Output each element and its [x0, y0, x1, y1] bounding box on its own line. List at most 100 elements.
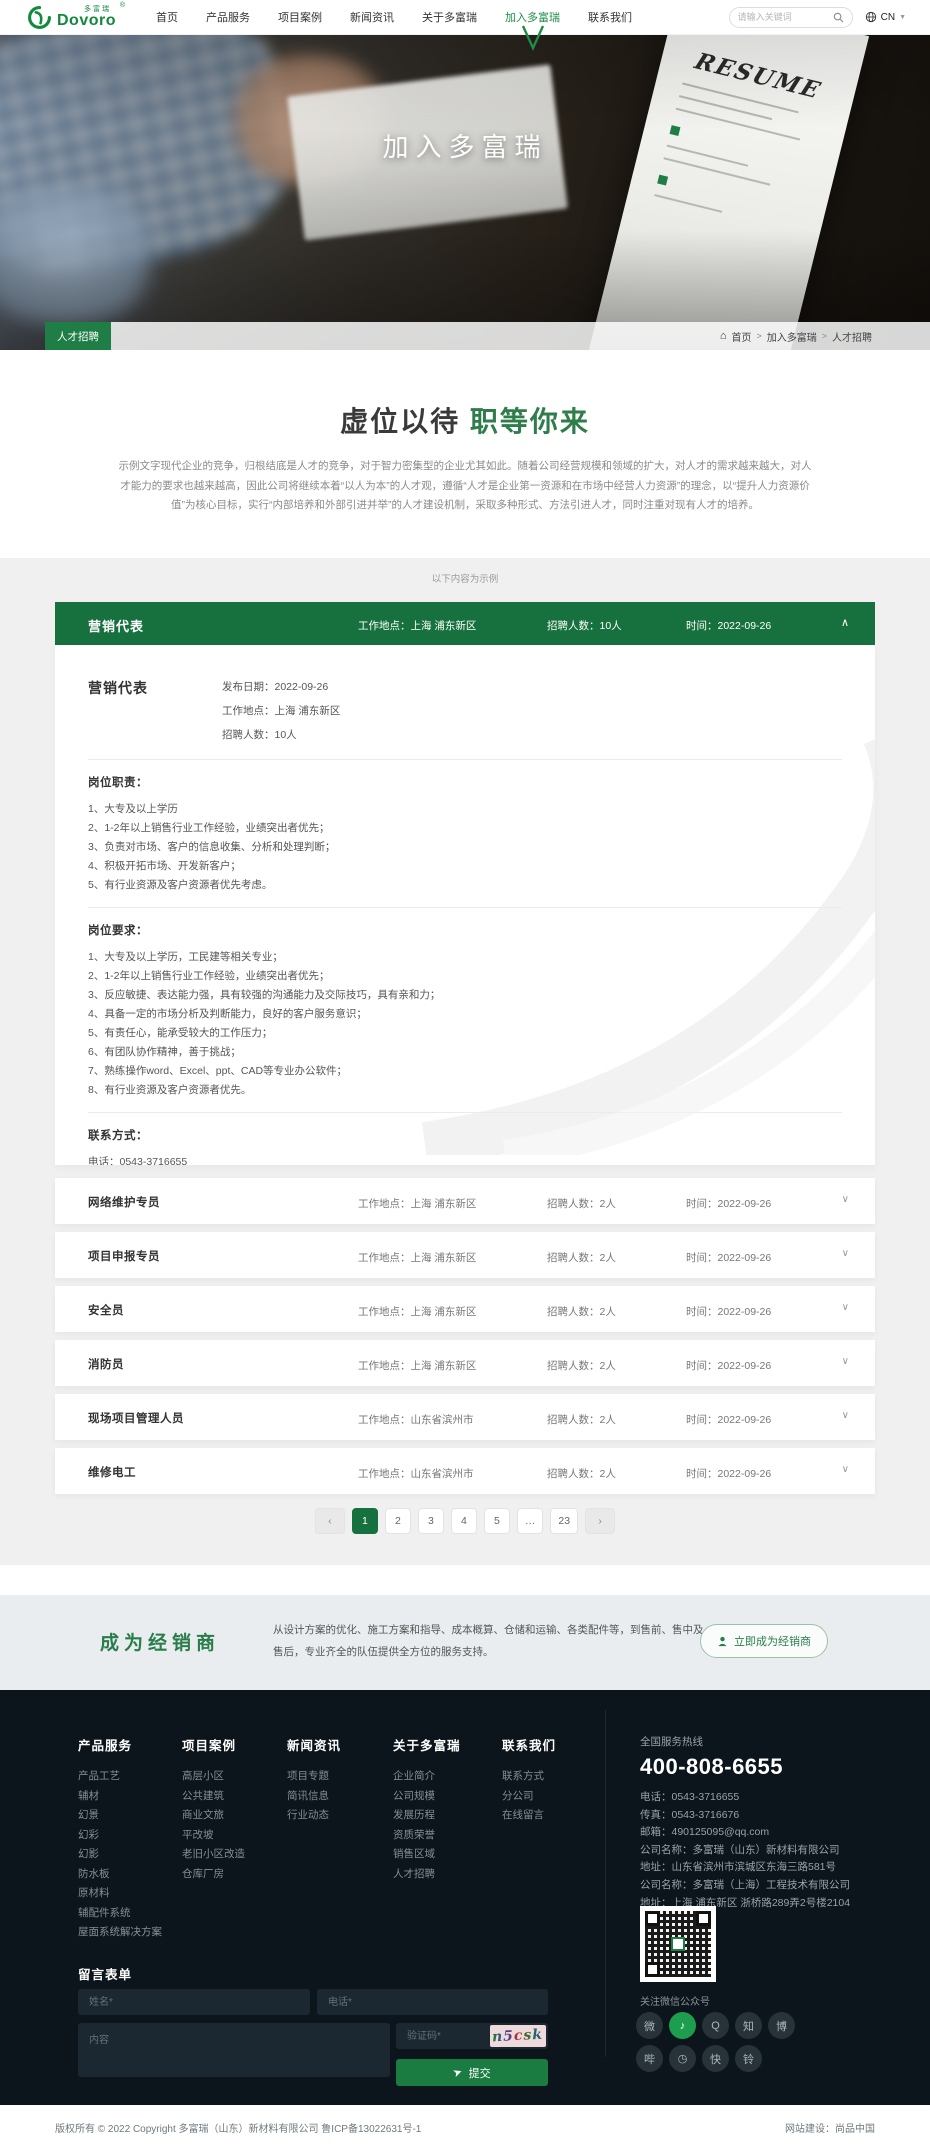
footer-link[interactable]: 平改坡: [182, 1830, 245, 1841]
qq-icon[interactable]: Q: [702, 2012, 729, 2039]
chevron-down-icon[interactable]: ∨: [842, 1464, 849, 1475]
page-ellipsis[interactable]: …: [517, 1508, 544, 1534]
social-icons: 微♪Q知博哔◷快铃: [636, 2012, 798, 2072]
nav-item-products[interactable]: 产品服务: [206, 9, 250, 25]
nav-item-about[interactable]: 关于多富瑞: [422, 9, 477, 25]
footer-link[interactable]: 老旧小区改造: [182, 1849, 245, 1860]
location-value: 上海 浦东新区: [275, 705, 341, 717]
clock-icon[interactable]: ◷: [669, 2045, 696, 2072]
footer-link[interactable]: 在线留言: [502, 1810, 556, 1821]
footer-link[interactable]: 幻影: [78, 1849, 162, 1860]
hero-shade: [0, 35, 930, 350]
search-input[interactable]: [738, 12, 833, 22]
time-value: 2022-09-26: [718, 1198, 772, 1210]
jobs-section: 以下内容为示例 营销代表 工作地点：上海 浦东新区 招聘人数：10人 时间：20…: [0, 558, 930, 1565]
become-dealer-button[interactable]: 立即成为经销商: [700, 1624, 828, 1658]
prev-page-button[interactable]: ‹: [315, 1508, 345, 1534]
footer-link[interactable]: 资质荣誉: [393, 1830, 461, 1841]
footer-link[interactable]: 行业动态: [287, 1810, 341, 1821]
home-icon[interactable]: ⌂: [720, 330, 727, 342]
douyin-icon[interactable]: ♪: [669, 2012, 696, 2039]
chevron-down-icon[interactable]: ∨: [842, 1302, 849, 1313]
footer-divider: [605, 1710, 606, 2057]
footer-link[interactable]: 公共建筑: [182, 1791, 245, 1802]
time-value: 2022-09-26: [718, 1252, 772, 1264]
footer-col-title: 项目案例: [182, 1735, 245, 1754]
wechat-icon[interactable]: 微: [636, 2012, 663, 2039]
chevron-down-icon[interactable]: ∨: [842, 1410, 849, 1421]
name-input[interactable]: [78, 1989, 310, 2015]
qr-finder: [645, 1911, 660, 1926]
job-row-network[interactable]: 网络维护专员 工作地点：上海 浦东新区 招聘人数：2人 时间：2022-09-2…: [55, 1178, 875, 1224]
site-builder-link[interactable]: 网站建设：尚品中国: [785, 2120, 875, 2135]
footer-link[interactable]: 发展历程: [393, 1810, 461, 1821]
job-row-fire[interactable]: 消防员 工作地点：上海 浦东新区 招聘人数：2人 时间：2022-09-26 ∨: [55, 1340, 875, 1386]
page-23[interactable]: 23: [550, 1508, 578, 1534]
hero-banner: RESUME 加入多富瑞 人才招聘 ⌂ 首页> 加入多富瑞> 人才招聘>: [0, 35, 930, 350]
footer-link[interactable]: 原材料: [78, 1888, 162, 1899]
chevron-up-icon[interactable]: ∧: [841, 616, 849, 629]
footer-col-products: 产品服务 产品工艺辅材幻景幻彩幻影防水板原材料辅配件系统屋面系统解决方案: [78, 1735, 162, 1947]
dealer-text: 从设计方案的优化、施工方案和指导、成本概算、仓储和运输、各类配件等，到售前、售中…: [273, 1619, 713, 1663]
footer-link[interactable]: 幻彩: [78, 1830, 162, 1841]
count-value: 2人: [600, 1306, 616, 1318]
logo[interactable]: 多富瑞 Dovoro ®: [27, 5, 116, 30]
footer-link[interactable]: 商业文旅: [182, 1810, 245, 1821]
footer-link[interactable]: 幻景: [78, 1810, 162, 1821]
location-label: 工作地点：: [358, 1360, 411, 1372]
footer-link[interactable]: 联系方式: [502, 1771, 556, 1782]
page-2[interactable]: 2: [385, 1508, 411, 1534]
footer-link[interactable]: 屋面系统解决方案: [78, 1927, 162, 1938]
page-5[interactable]: 5: [484, 1508, 510, 1534]
language-switch[interactable]: CN ▼: [865, 11, 906, 23]
submit-label: 提交: [469, 2065, 491, 2081]
kuaishou-icon[interactable]: 快: [702, 2045, 729, 2072]
footer-link[interactable]: 防水板: [78, 1869, 162, 1880]
page-1[interactable]: 1: [352, 1508, 378, 1534]
footer-link[interactable]: 公司规模: [393, 1791, 461, 1802]
footer-link[interactable]: 高层小区: [182, 1771, 245, 1782]
qr-pattern: [645, 1911, 711, 1977]
chevron-down-icon[interactable]: ∨: [842, 1194, 849, 1205]
footer-link[interactable]: 辅材: [78, 1791, 162, 1802]
footer-link[interactable]: 产品工艺: [78, 1771, 162, 1782]
chevron-down-icon[interactable]: ∨: [842, 1248, 849, 1259]
weibo-icon[interactable]: 博: [768, 2012, 795, 2039]
search-icon[interactable]: [833, 12, 844, 23]
footer-link[interactable]: 企业简介: [393, 1771, 461, 1782]
section-badge: 人才招聘: [45, 322, 111, 350]
bell-icon[interactable]: 铃: [735, 2045, 762, 2072]
chevron-down-icon[interactable]: ∨: [842, 1356, 849, 1367]
nav-item-join[interactable]: 加入多富瑞: [505, 9, 560, 25]
message-input[interactable]: [78, 2023, 390, 2077]
footer-link[interactable]: 仓库厂房: [182, 1869, 245, 1880]
count-value: 10人: [275, 729, 297, 741]
phone-input[interactable]: [317, 1989, 548, 2015]
submit-button[interactable]: ➤提交: [396, 2059, 548, 2086]
nav-item-home[interactable]: 首页: [156, 9, 178, 25]
nav-item-contact[interactable]: 联系我们: [588, 9, 632, 25]
footer-link[interactable]: 人才招聘: [393, 1869, 461, 1880]
featured-job-header[interactable]: 营销代表 工作地点：上海 浦东新区 招聘人数：10人 时间：2022-09-26…: [55, 602, 875, 645]
next-page-button[interactable]: ›: [585, 1508, 615, 1534]
person-icon: [717, 1636, 728, 1647]
footer-link[interactable]: 简讯信息: [287, 1791, 341, 1802]
captcha-image[interactable]: n5csk: [490, 2025, 546, 2047]
requirement-item: 5、有责任心，能承受较大的工作压力；: [88, 1024, 842, 1043]
footer-link[interactable]: 销售区域: [393, 1849, 461, 1860]
job-row-electrician[interactable]: 维修电工 工作地点：山东省滨州市 招聘人数：2人 时间：2022-09-26 ∨: [55, 1448, 875, 1494]
footer-link[interactable]: 分公司: [502, 1791, 556, 1802]
job-list: 网络维护专员 工作地点：上海 浦东新区 招聘人数：2人 时间：2022-09-2…: [55, 1178, 875, 1502]
page-4[interactable]: 4: [451, 1508, 477, 1534]
page-3[interactable]: 3: [418, 1508, 444, 1534]
footer-link[interactable]: 辅配件系统: [78, 1908, 162, 1919]
nav-item-news[interactable]: 新闻资讯: [350, 9, 394, 25]
job-row-declare[interactable]: 项目申报专员 工作地点：上海 浦东新区 招聘人数：2人 时间：2022-09-2…: [55, 1232, 875, 1278]
footer-link[interactable]: 项目专题: [287, 1771, 341, 1782]
job-title: 网络维护专员: [88, 1194, 160, 1210]
nav-item-cases[interactable]: 项目案例: [278, 9, 322, 25]
bilibili-icon[interactable]: 哔: [636, 2045, 663, 2072]
zhihu-icon[interactable]: 知: [735, 2012, 762, 2039]
job-row-site[interactable]: 现场项目管理人员 工作地点：山东省滨州市 招聘人数：2人 时间：2022-09-…: [55, 1394, 875, 1440]
job-row-safety[interactable]: 安全员 工作地点：上海 浦东新区 招聘人数：2人 时间：2022-09-26 ∨: [55, 1286, 875, 1332]
